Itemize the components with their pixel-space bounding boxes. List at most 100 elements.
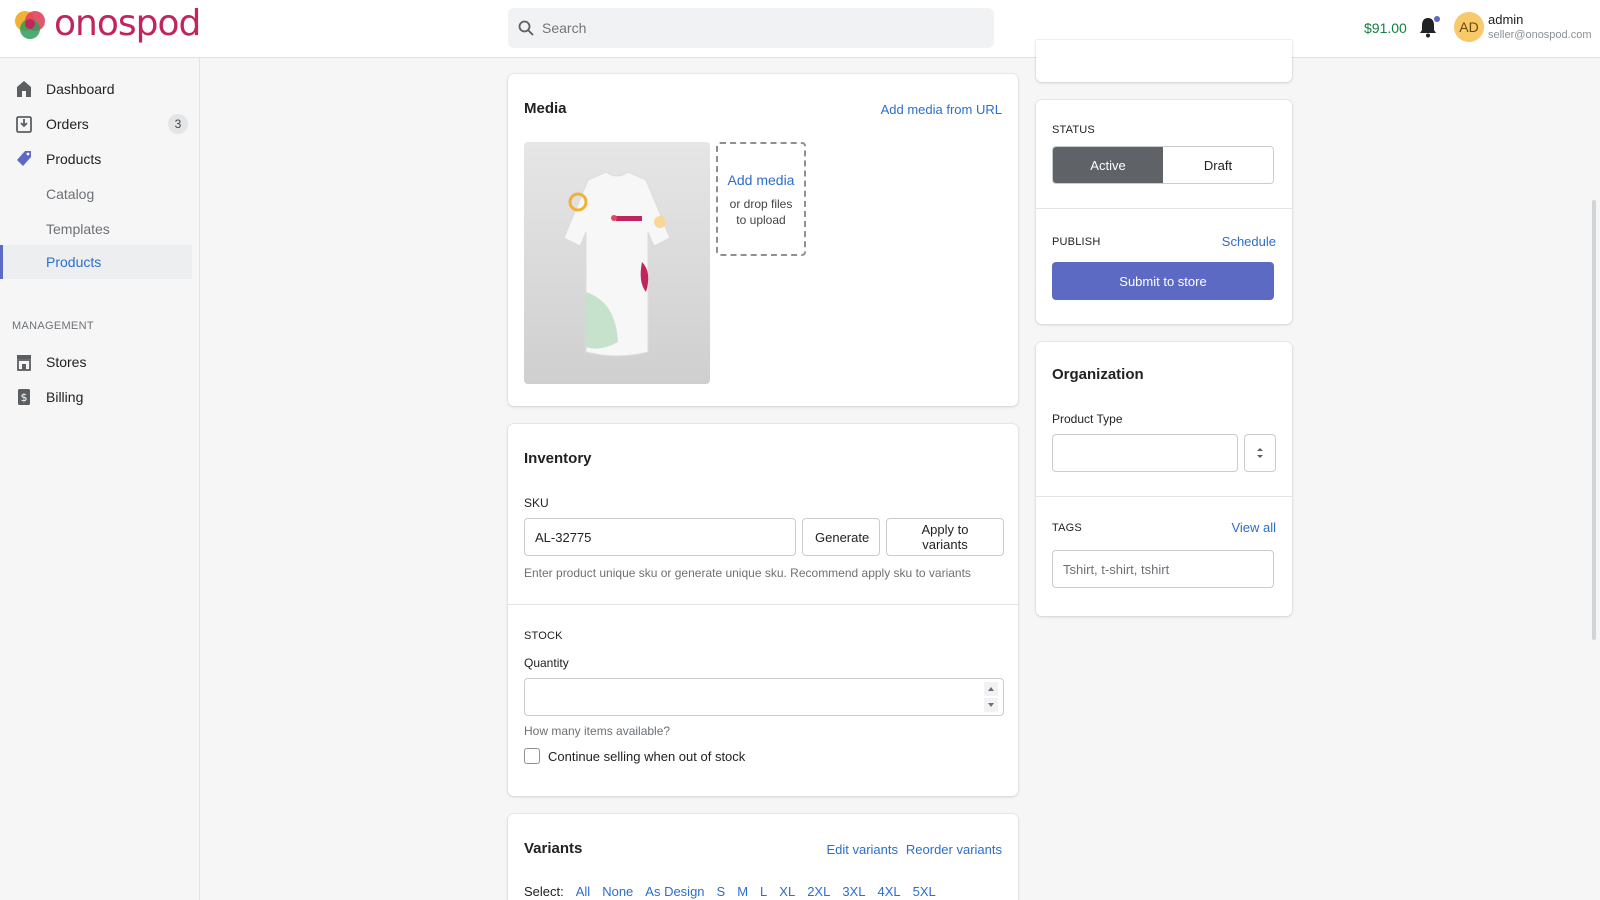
user-name: admin [1488, 12, 1524, 27]
select-size-m-link[interactable]: M [737, 884, 748, 899]
product-image[interactable] [524, 142, 710, 384]
select-all-link[interactable]: All [576, 884, 590, 899]
sidebar-item-billing[interactable]: $ Billing [0, 380, 192, 414]
tshirt-mockup-icon [563, 171, 671, 357]
billing-icon: $ [14, 387, 34, 407]
notifications-button[interactable] [1418, 16, 1440, 40]
quantity-help-text: How many items available? [524, 724, 671, 738]
variants-title: Variants [524, 840, 583, 857]
page-scrollbar[interactable] [1592, 200, 1596, 640]
stock-label: STOCK [524, 630, 563, 642]
media-card: Media Add media from URL Add media or dr… [508, 74, 1018, 406]
add-media-url-link[interactable]: Add media from URL [881, 102, 1002, 117]
organization-title: Organization [1052, 366, 1144, 383]
generate-sku-button[interactable]: Generate [802, 518, 880, 556]
quantity-stepper [524, 678, 1004, 716]
sidebar-item-label: Orders [46, 116, 89, 132]
status-draft-button[interactable]: Draft [1163, 147, 1273, 183]
select-size-s-link[interactable]: S [717, 884, 726, 899]
search-input[interactable] [542, 20, 962, 36]
search-bar[interactable] [508, 8, 994, 48]
user-email: seller@onospod.com [1488, 29, 1592, 41]
select-none-link[interactable]: None [602, 884, 633, 899]
variants-card: Variants Edit variants Reorder variants … [508, 814, 1018, 900]
submit-to-store-button[interactable]: Submit to store [1052, 262, 1274, 300]
top-bar: onospod $91.00 AD admin seller@onospod.c… [0, 0, 1600, 58]
user-menu[interactable]: admin seller@onospod.com [1488, 12, 1592, 41]
status-label: STATUS [1052, 124, 1095, 136]
select-size-5xl-link[interactable]: 5XL [913, 884, 936, 899]
edit-variants-link[interactable]: Edit variants [826, 842, 898, 857]
quantity-spinner[interactable] [984, 682, 998, 712]
inventory-title: Inventory [524, 450, 592, 467]
inventory-divider [508, 604, 1018, 605]
select-arrows-icon [1257, 448, 1263, 458]
sidebar: Dashboard Orders 3 Products Catalog Temp… [0, 58, 200, 900]
apply-to-variants-button[interactable]: Apply to variants [886, 518, 1004, 556]
tags-label: TAGS [1052, 522, 1082, 534]
status-active-button[interactable]: Active [1053, 147, 1163, 183]
svg-text:$: $ [21, 391, 28, 404]
media-dropzone[interactable]: Add media or drop files to upload [716, 142, 806, 256]
variant-select-label: Select: [524, 884, 564, 899]
status-toggle: Active Draft [1052, 146, 1274, 184]
select-size-xl-link[interactable]: XL [779, 884, 795, 899]
continue-selling-checkbox[interactable] [524, 748, 540, 764]
sidebar-section-heading: MANAGEMENT [12, 320, 94, 332]
sidebar-item-label: Templates [46, 221, 110, 237]
sku-help-text: Enter product unique sku or generate uni… [524, 566, 971, 580]
orders-icon [14, 114, 34, 134]
product-type-select-button[interactable] [1244, 434, 1276, 472]
sidebar-item-products-sub[interactable]: Products [0, 245, 192, 279]
select-size-2xl-link[interactable]: 2XL [807, 884, 830, 899]
sidebar-item-products[interactable]: Products [0, 142, 192, 176]
quantity-label: Quantity [524, 656, 569, 670]
media-title: Media [524, 100, 567, 117]
select-size-4xl-link[interactable]: 4XL [877, 884, 900, 899]
spinner-arrows-icon [984, 682, 998, 712]
sku-label: SKU [524, 496, 549, 510]
sidebar-item-catalog[interactable]: Catalog [0, 177, 192, 211]
sidebar-item-dashboard[interactable]: Dashboard [0, 72, 192, 106]
tag-icon [14, 149, 34, 169]
publish-label: PUBLISH [1052, 236, 1101, 248]
organization-card: Organization Product Type TAGS View all [1036, 342, 1292, 616]
details-card-partial [1036, 40, 1292, 82]
sidebar-item-label: Billing [46, 389, 84, 405]
inventory-card: Inventory SKU Generate Apply to variants… [508, 424, 1018, 796]
store-icon [14, 352, 34, 372]
sidebar-item-label: Products [46, 151, 102, 167]
product-type-label: Product Type [1052, 412, 1123, 426]
organization-divider [1036, 496, 1292, 497]
schedule-link[interactable]: Schedule [1222, 234, 1276, 249]
sidebar-item-label: Dashboard [46, 81, 115, 97]
home-icon [14, 79, 34, 99]
sidebar-item-orders[interactable]: Orders 3 [0, 107, 192, 141]
brand-logo[interactable]: onospod [12, 3, 201, 44]
reorder-variants-link[interactable]: Reorder variants [906, 842, 1002, 857]
select-size-3xl-link[interactable]: 3XL [842, 884, 865, 899]
sidebar-item-label: Products [46, 254, 102, 270]
continue-selling-option[interactable]: Continue selling when out of stock [524, 748, 745, 764]
sidebar-item-templates[interactable]: Templates [0, 212, 192, 246]
tags-input[interactable] [1052, 550, 1274, 588]
status-card: STATUS Active Draft PUBLISH Schedule Sub… [1036, 100, 1292, 324]
logo-mark-icon [15, 11, 45, 39]
account-balance: $91.00 [1364, 20, 1407, 36]
notification-dot [1434, 16, 1440, 22]
brand-name: onospod [54, 3, 201, 44]
continue-selling-label: Continue selling when out of stock [548, 748, 746, 764]
variant-select-bar: Select: All None As Design S M L XL 2XL … [524, 884, 936, 899]
sidebar-item-label: Catalog [46, 186, 95, 202]
drop-hint: or drop files to upload [729, 197, 793, 227]
add-media-link[interactable]: Add media [718, 172, 804, 188]
orders-count-badge: 3 [168, 114, 188, 134]
product-type-input[interactable] [1052, 434, 1238, 472]
select-size-l-link[interactable]: L [760, 884, 767, 899]
sku-input[interactable] [524, 518, 796, 556]
avatar[interactable]: AD [1454, 12, 1484, 42]
view-all-tags-link[interactable]: View all [1231, 520, 1276, 535]
sidebar-item-stores[interactable]: Stores [0, 345, 192, 379]
quantity-input[interactable] [524, 678, 1004, 716]
select-as-design-link[interactable]: As Design [645, 884, 704, 899]
